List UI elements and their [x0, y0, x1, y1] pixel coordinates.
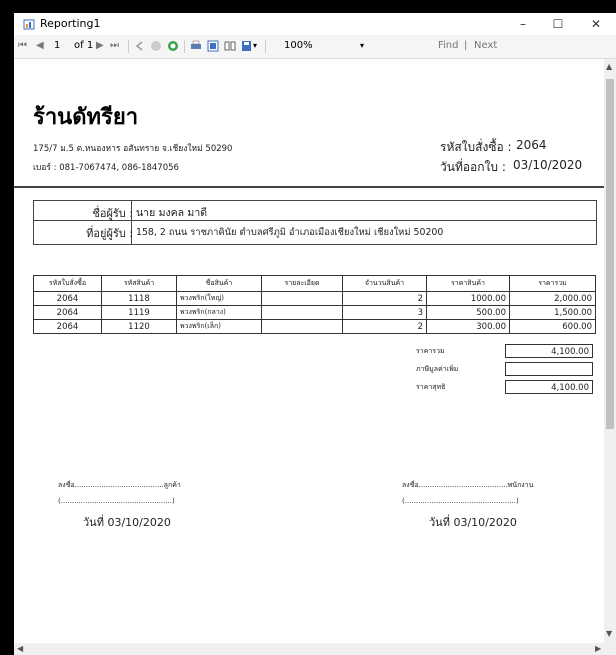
next-page-icon[interactable]: ▶ [96, 39, 104, 53]
column-header: รายละเอียด [261, 275, 343, 292]
page-count-label: of 1 [74, 40, 94, 51]
shop-name: ร้านดัทรียา [33, 104, 139, 130]
customer-signature-line: ลงชื่อ..................................… [58, 481, 181, 489]
export-dropdown-icon[interactable]: ▾ [253, 39, 257, 53]
line-total-cell: 600.00 [509, 319, 596, 334]
zoom-select[interactable]: 100% [284, 39, 313, 53]
customer-box: ชื่อผู้รับ : นาย มงคล มาดี ที่อยู่ผู้รับ… [33, 200, 597, 245]
column-header: ราคาสินค้า [426, 275, 510, 292]
toolbar-separator [128, 40, 129, 53]
column-header: ราคารวม [509, 275, 596, 292]
refresh-icon[interactable] [167, 40, 179, 52]
print-layout-icon[interactable] [207, 40, 219, 52]
product-name-cell: พวงพริก(ใหญ่) [176, 291, 262, 306]
report-viewer-window: Reporting1 – ☐ ✕ ⏮ ◀ 1 of 1 ▶ ⏭ ▾ 100% ▾… [14, 13, 616, 655]
report-page: ร้านดัทรียา 175/7 ม.5 ต.หนองหาร อสันทราย… [14, 59, 604, 643]
order-id-cell: 2064 [33, 319, 102, 334]
product-id-cell: 1118 [101, 291, 177, 306]
subtotal-value: 4,100.00 [505, 344, 593, 358]
title-bar: Reporting1 – ☐ ✕ [14, 13, 616, 35]
find-link[interactable]: Find [438, 39, 459, 53]
order-id-cell: 2064 [33, 305, 102, 320]
page-setup-icon[interactable] [224, 40, 236, 52]
report-canvas: ร้านดัทรียา 175/7 ม.5 ต.หนองหาร อสันทราย… [14, 59, 604, 643]
product-id-cell: 1119 [101, 305, 177, 320]
scroll-down-icon[interactable]: ▼ [606, 629, 612, 638]
shop-address: 175/7 ม.5 ต.หนองหาร อสันทราย จ.เชียงใหม่… [33, 144, 233, 154]
header-divider [14, 186, 604, 188]
report-app-icon [23, 19, 35, 30]
subtotal-label: ราคารวม [416, 347, 445, 355]
close-button[interactable]: ✕ [579, 14, 613, 34]
line-total-cell: 1,500.00 [509, 305, 596, 320]
unit-price-cell: 1000.00 [426, 291, 510, 306]
toolbar-separator [265, 40, 266, 53]
customer-signature-date: วันที่ 03/10/2020 [83, 516, 171, 529]
scroll-up-icon[interactable]: ▲ [606, 62, 612, 71]
column-header: ชื่อสินค้า [176, 275, 262, 292]
previous-page-icon[interactable]: ◀ [36, 39, 44, 53]
issue-date-value: 03/10/2020 [513, 158, 583, 172]
unit-price-cell: 500.00 [426, 305, 510, 320]
column-header: รหัสใบสั่งซื้อ [33, 275, 102, 292]
detail-cell [261, 291, 343, 306]
table-row: 2064 1119 พวงพริก(กลาง) 3 500.00 1,500.0… [33, 305, 596, 320]
vertical-scroll-thumb[interactable] [606, 79, 614, 429]
back-icon[interactable] [134, 40, 146, 52]
column-header: รหัสสินค้า [101, 275, 177, 292]
column-header: จำนวนสินค้า [342, 275, 427, 292]
toolbar-separator [184, 40, 185, 53]
first-page-icon[interactable]: ⏮ [18, 39, 27, 53]
product-name-cell: พวงพริก(กลาง) [176, 305, 262, 320]
net-total-value: 4,100.00 [505, 380, 593, 394]
last-page-icon[interactable]: ⏭ [110, 39, 119, 53]
minimize-button[interactable]: – [506, 14, 540, 34]
detail-cell [261, 319, 343, 334]
order-id-value: 2064 [516, 138, 547, 152]
maximize-button[interactable]: ☐ [541, 14, 575, 34]
table-row: 2064 1118 พวงพริก(ใหญ่) 2 1000.00 2,000.… [33, 291, 596, 306]
items-table: รหัสใบสั่งซื้อ รหัสสินค้า ชื่อสินค้า ราย… [33, 275, 596, 334]
zoom-dropdown-icon[interactable]: ▾ [360, 39, 364, 53]
net-total-label: ราคาสุทธิ [416, 383, 446, 391]
find-separator: | [464, 40, 468, 51]
receiver-label: ชื่อผู้รับ : [92, 207, 133, 220]
scroll-right-icon[interactable]: ▶ [595, 644, 601, 653]
quantity-cell: 2 [342, 319, 427, 334]
vat-value [505, 362, 593, 376]
customer-signature-name: (.......................................… [58, 497, 175, 505]
window-title: Reporting1 [40, 17, 101, 30]
issue-date-label: วันที่ออกใบ : [440, 160, 506, 174]
detail-cell [261, 305, 343, 320]
product-id-cell: 1120 [101, 319, 177, 334]
find-next-link[interactable]: Next [474, 39, 497, 53]
table-row: 2064 1120 พวงพริก(เล็ก) 2 300.00 600.00 [33, 319, 596, 334]
scroll-left-icon[interactable]: ◀ [17, 644, 23, 653]
stop-icon[interactable] [150, 40, 162, 52]
receiver-name: นาย มงคล มาดี [136, 207, 208, 219]
staff-signature-date: วันที่ 03/10/2020 [429, 516, 517, 529]
print-icon[interactable] [190, 40, 202, 52]
shop-phone: เบอร์ : 081-7067474, 086-1847056 [33, 163, 179, 173]
staff-signature-name: (.......................................… [402, 497, 519, 505]
horizontal-scrollbar[interactable]: ◀ ▶ [14, 643, 616, 655]
receiver-address: 158, 2 ถนน ราชภาคินัย ตำบลศรีภูมิ อำเภอเ… [136, 227, 444, 238]
quantity-cell: 3 [342, 305, 427, 320]
export-icon[interactable] [241, 40, 253, 52]
vat-label: ภาษีมูลค่าเพิ่ม [416, 365, 459, 373]
table-header-row: รหัสใบสั่งซื้อ รหัสสินค้า ชื่อสินค้า ราย… [33, 275, 596, 292]
receiver-address-label: ที่อยู่ผู้รับ : [86, 227, 133, 240]
vertical-scrollbar[interactable]: ▲ ▼ [604, 59, 616, 643]
page-number-input[interactable]: 1 [54, 39, 60, 53]
product-name-cell: พวงพริก(เล็ก) [176, 319, 262, 334]
report-toolbar: ⏮ ◀ 1 of 1 ▶ ⏭ ▾ 100% ▾ Find | Next [14, 35, 616, 59]
order-id-label: รหัสใบสั่งซื้อ : [440, 140, 512, 154]
unit-price-cell: 300.00 [426, 319, 510, 334]
line-total-cell: 2,000.00 [509, 291, 596, 306]
quantity-cell: 2 [342, 291, 427, 306]
staff-signature-line: ลงชื่อ..................................… [402, 481, 534, 489]
order-id-cell: 2064 [33, 291, 102, 306]
